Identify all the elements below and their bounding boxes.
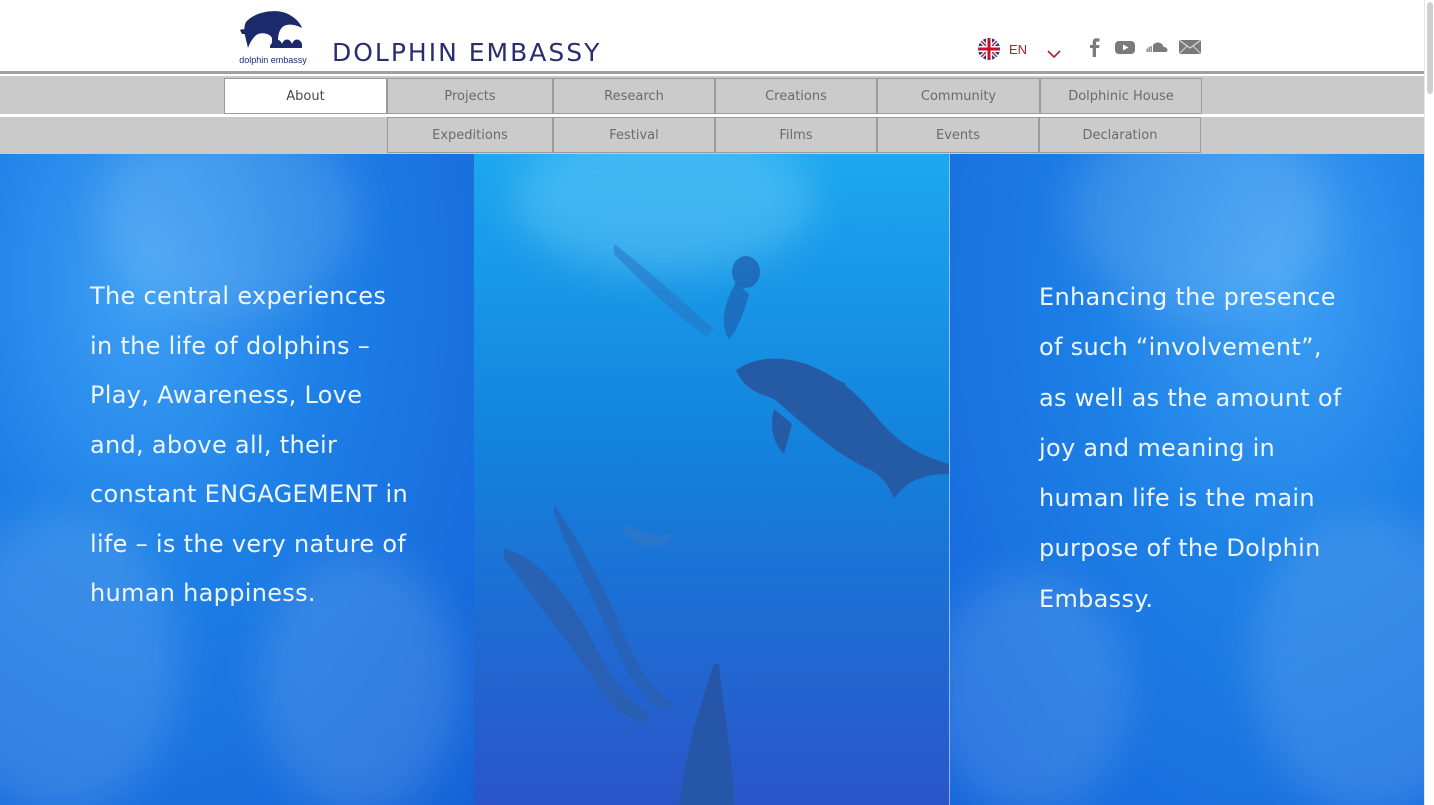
header-divider [0,71,1424,74]
chevron-down-icon [1047,44,1061,59]
nav-item-festival[interactable]: Festival [553,117,715,153]
dolphin-silhouettes [504,244,949,805]
uk-flag-icon [978,38,1000,60]
scrollbar-thumb[interactable] [1427,2,1433,94]
social-links [1085,36,1211,58]
site-header: dolphin embassy DOLPHIN EMBASSY EN [0,0,1424,72]
page-scrollbar[interactable] [1424,0,1434,805]
nav-item-events[interactable]: Events [877,117,1039,153]
nav-item-about[interactable]: About [224,78,387,114]
nav-item-declaration[interactable]: Declaration [1039,117,1201,153]
youtube-icon[interactable] [1114,36,1136,58]
hero-right-text: Enhancing the presence of such “involvem… [1039,283,1342,613]
language-selector[interactable]: EN [978,37,1061,61]
logo-text: dolphin embassy [239,55,307,65]
nav-item-dolphinic-house[interactable]: Dolphinic House [1040,78,1202,114]
soundcloud-icon[interactable] [1145,36,1169,58]
dolphin-embassy-logo[interactable]: dolphin embassy [236,8,310,68]
nav-item-research[interactable]: Research [553,78,715,114]
language-code: EN [1009,41,1028,57]
nav-item-projects[interactable]: Projects [387,78,553,114]
nav-item-creations[interactable]: Creations [715,78,877,114]
hero-left-text: The central experiences in the life of d… [90,282,409,607]
facebook-icon[interactable] [1085,36,1105,58]
dolphin-logo-icon [240,11,302,49]
nav-item-expeditions[interactable]: Expeditions [387,117,553,153]
dolphins-underwater-image [474,154,949,805]
mail-icon[interactable] [1178,36,1202,58]
nav-item-films[interactable]: Films [715,117,877,153]
site-title[interactable]: DOLPHIN EMBASSY [332,38,601,67]
nav-item-community[interactable]: Community [877,78,1040,114]
